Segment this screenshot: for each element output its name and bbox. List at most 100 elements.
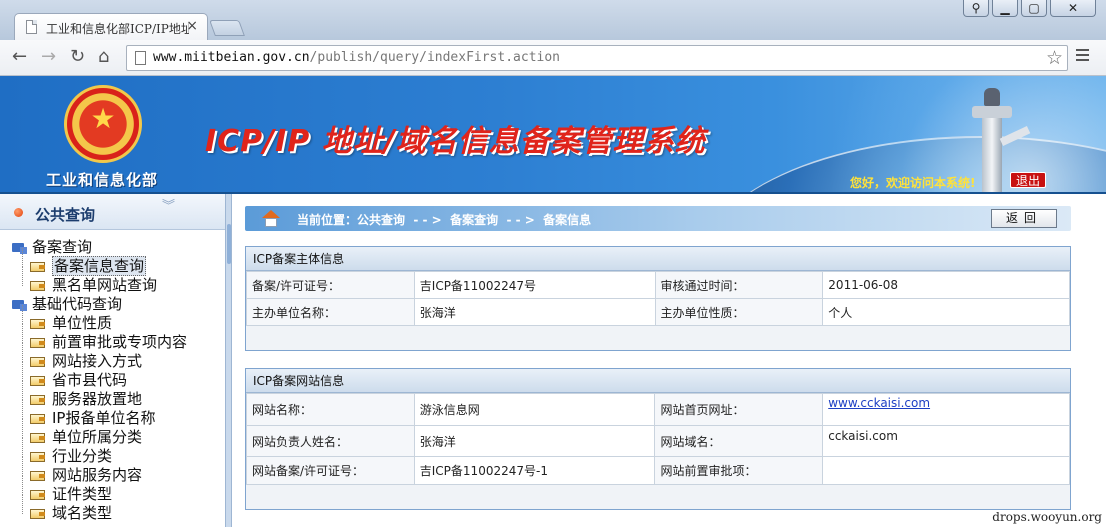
sidebar-group[interactable]: 基础代码查询 <box>10 295 187 314</box>
sidebar: 公共查询 ︾ 备案查询 备案信息查询 黑名单网站查询 基础代码查询 单位性质 前置审批或专… <box>0 194 226 527</box>
sidebar-item-label: 黑名单网站查询 <box>52 276 158 294</box>
browser-toolbar: ← → ↻ ⌂ www.miitbeian.gov.cn/publish/que… <box>0 40 1106 76</box>
url-text[interactable]: www.miitbeian.gov.cn/publish/query/index… <box>153 50 560 65</box>
sidebar-item-label: 省市县代码 <box>52 371 128 389</box>
license-icon <box>30 471 45 481</box>
tab-close-icon[interactable]: × <box>186 18 198 34</box>
field-label: 网站负责人姓名： <box>246 425 415 457</box>
subject-info-table: 备案/许可证号： 吉ICP备11002247号 审核通过时间： 2011-06-08 主… <box>246 271 1070 326</box>
collapse-chevron-icon[interactable]: ︾ <box>162 200 175 213</box>
sidebar-group[interactable]: 备案查询 <box>10 238 187 257</box>
field-value: 张海洋 <box>413 425 656 457</box>
panel-title: ICP备案主体信息 <box>246 247 1070 271</box>
orange-dot-icon <box>14 208 23 217</box>
sidebar-item[interactable]: 服务器放置地 <box>10 381 187 409</box>
field-label: 网站首页网址： <box>654 393 824 426</box>
browser-tab[interactable]: 工业和信息化部ICP/IP地址 × <box>14 13 208 40</box>
user-icon[interactable]: ⚲ <box>963 0 989 17</box>
field-label: 网站域名： <box>654 425 824 457</box>
back-button[interactable]: 返回 <box>991 209 1057 228</box>
license-icon <box>30 395 45 405</box>
maximize-button[interactable]: ▢ <box>1021 0 1047 17</box>
browser-titlebar: 工业和信息化部ICP/IP地址 × ⚲ ▁ ▢ ✕ <box>0 0 1106 40</box>
window-controls: ⚲ ▁ ▢ ✕ <box>963 0 1096 18</box>
sidebar-item-label: 基础代码查询 <box>32 295 123 313</box>
home-icon[interactable]: ⌂ <box>98 48 109 66</box>
breadcrumb: 当前位置：公共查询 - - > 备案查询 - - > 备案信息 <box>245 206 1071 231</box>
sidebar-item[interactable]: IP报备单位名称 <box>10 400 187 428</box>
table-row: 备案/许可证号： 吉ICP备11002247号 审核通过时间： 2011-06-08 <box>246 271 1070 299</box>
sidebar-item-label: 域名类型 <box>52 504 113 522</box>
sidebar-item-label: 单位所属分类 <box>52 428 143 446</box>
field-value: 个人 <box>822 298 1070 326</box>
logout-button[interactable]: 退出 <box>1010 172 1047 188</box>
sidebar-item[interactable]: 证件类型 <box>10 476 187 504</box>
sidebar-item[interactable]: 省市县代码 <box>10 362 187 390</box>
sidebar-item-label: 备案查询 <box>32 238 93 256</box>
field-label: 网站备案/许可证号： <box>246 456 415 485</box>
field-value: 游泳信息网 <box>413 393 656 426</box>
panel-title: ICP备案网站信息 <box>246 369 1070 393</box>
forward-arrow-icon[interactable]: → <box>41 48 56 66</box>
minimize-button[interactable]: ▁ <box>992 0 1018 17</box>
bookmark-star-icon[interactable]: ☆ <box>1046 47 1063 69</box>
field-value: 吉ICP备11002247号-1 <box>413 456 656 485</box>
license-icon <box>30 281 45 291</box>
back-arrow-icon[interactable]: ← <box>12 48 27 66</box>
main-content: 当前位置：公共查询 - - > 备案查询 - - > 备案信息 返回 ICP备案… <box>233 194 1106 527</box>
field-value: www.cckaisi.com <box>822 393 1070 426</box>
website-info-table: 网站名称： 游泳信息网 网站首页网址： www.cckaisi.com 网站负责人姓名：… <box>246 393 1070 485</box>
field-value: cckaisi.com <box>822 425 1070 457</box>
sidebar-item-label: 网站接入方式 <box>52 352 143 370</box>
license-icon <box>30 452 45 462</box>
sidebar-item-label: 单位性质 <box>52 314 113 332</box>
field-value: 吉ICP备11002247号 <box>413 271 656 299</box>
sidebar-item[interactable]: 网站服务内容 <box>10 457 187 485</box>
sidebar-item[interactable]: 单位性质 <box>10 305 187 333</box>
ministry-name: 工业和信息化部 <box>46 171 159 189</box>
field-label: 网站名称： <box>246 393 415 426</box>
table-row: 主办单位名称： 张海洋 主办单位性质： 个人 <box>246 298 1070 326</box>
sidebar-item-label: IP报备单位名称 <box>52 409 156 427</box>
field-value: 张海洋 <box>413 298 656 326</box>
license-icon <box>30 357 45 367</box>
sidebar-header[interactable]: 公共查询 ︾ <box>0 194 225 230</box>
watermark-text: drops.wooyun.org <box>992 510 1102 524</box>
field-label: 网站前置审批项： <box>654 456 824 485</box>
pane-splitter[interactable] <box>226 194 232 527</box>
table-row: 网站名称： 游泳信息网 网站首页网址： www.cckaisi.com <box>246 393 1070 426</box>
field-label: 审核通过时间： <box>654 271 824 299</box>
sidebar-item[interactable]: 黑名单网站查询 <box>10 267 187 295</box>
license-icon <box>30 262 45 272</box>
sidebar-item-label: 备案信息查询 <box>52 256 147 276</box>
breadcrumb-text: 当前位置：公共查询 - - > 备案查询 - - > 备案信息 <box>297 213 592 227</box>
home-icon[interactable] <box>262 210 280 227</box>
close-window-button[interactable]: ✕ <box>1050 0 1096 17</box>
new-tab-button[interactable] <box>209 20 245 36</box>
national-emblem-logo <box>64 85 142 163</box>
website-info-panel: ICP备案网站信息 网站名称： 游泳信息网 网站首页网址： www.cckaisi.c… <box>245 368 1071 510</box>
sidebar-item[interactable]: 网站接入方式 <box>10 343 187 371</box>
sidebar-item-label: 证件类型 <box>52 485 113 503</box>
reload-icon[interactable]: ↻ <box>70 48 85 66</box>
address-bar[interactable]: www.miitbeian.gov.cn/publish/query/index… <box>126 45 1068 71</box>
system-title: ICP/IP 地址/域名信息备案管理系统 <box>205 124 706 159</box>
sidebar-item[interactable]: 域名类型 <box>10 495 187 523</box>
homepage-link[interactable]: www.cckaisi.com <box>828 396 930 410</box>
sidebar-item[interactable]: 备案信息查询 <box>10 248 187 276</box>
huabiao-column-graphic <box>972 88 1031 194</box>
sidebar-item[interactable]: 前置审批或专项内容 <box>10 324 187 352</box>
sidebar-item[interactable]: 单位所属分类 <box>10 419 187 447</box>
welcome-text: 您好，欢迎访问本系统! <box>850 176 976 190</box>
sidebar-tree: 备案查询 备案信息查询 黑名单网站查询 基础代码查询 单位性质 前置审批或专项内容 网站接入… <box>10 238 187 523</box>
license-icon <box>30 376 45 386</box>
field-label: 主办单位名称： <box>246 298 415 326</box>
menu-icon[interactable] <box>1076 49 1089 64</box>
license-icon <box>30 319 45 329</box>
sidebar-item-label: 行业分类 <box>52 447 113 465</box>
sidebar-item[interactable]: 行业分类 <box>10 438 187 466</box>
page-icon <box>26 20 37 34</box>
sidebar-item-label: 服务器放置地 <box>52 390 143 408</box>
field-value: 2011-06-08 <box>822 271 1070 299</box>
license-icon <box>30 490 45 500</box>
